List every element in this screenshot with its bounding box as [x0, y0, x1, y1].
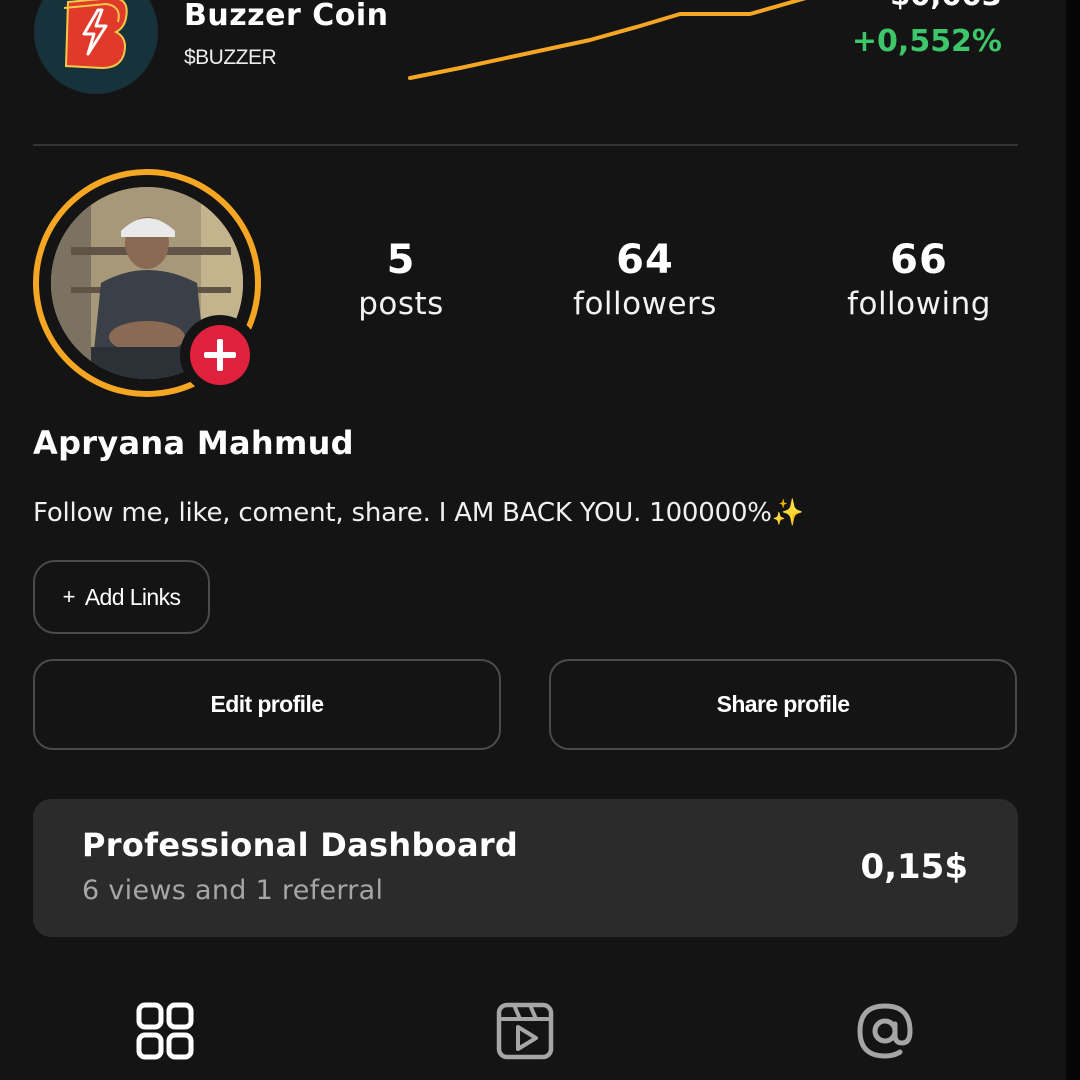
- screen-edge: [1066, 0, 1080, 1080]
- reels-icon[interactable]: [494, 1000, 556, 1062]
- plus-circle-icon: [190, 325, 250, 385]
- at-sign-icon[interactable]: [854, 1000, 916, 1062]
- profile-screen: Buzzer Coin $BUZZER $0,003 +0,552%: [0, 0, 1080, 1080]
- following-count: 66: [890, 237, 948, 283]
- followers-label: followers: [573, 286, 717, 322]
- profile-bio: Follow me, like, coment, share. I AM BAC…: [33, 498, 804, 528]
- edit-profile-label: Edit profile: [210, 691, 325, 717]
- add-links-button[interactable]: + Add Links: [33, 560, 210, 634]
- dashboard-earnings: 0,15$: [860, 847, 968, 887]
- price-sparkline: [408, 0, 807, 80]
- plus-icon: +: [62, 584, 76, 609]
- following-label: following: [847, 286, 991, 322]
- dashboard-title: Professional Dashboard: [82, 826, 519, 864]
- posts-label: posts: [358, 286, 444, 322]
- share-profile-button[interactable]: Share profile: [549, 659, 1017, 750]
- coin-ticker: $BUZZER: [184, 46, 277, 69]
- profile-name: Apryana Mahmud: [33, 424, 354, 462]
- add-story-button[interactable]: [180, 315, 260, 395]
- buzzer-lightning-logo-icon: [34, 0, 158, 94]
- following-stat[interactable]: 66 following: [834, 236, 1004, 324]
- dashboard-subtitle: 6 views and 1 referral: [82, 875, 384, 906]
- divider: [33, 144, 1018, 146]
- coin-price: $0,003: [890, 0, 1002, 12]
- coin-ticker-widget[interactable]: Buzzer Coin $BUZZER $0,003 +0,552%: [0, 0, 1066, 146]
- professional-dashboard-card[interactable]: Professional Dashboard 6 views and 1 ref…: [33, 799, 1018, 937]
- followers-stat[interactable]: 64 followers: [560, 236, 730, 324]
- edit-profile-button[interactable]: Edit profile: [33, 659, 501, 750]
- followers-count: 64: [616, 237, 674, 283]
- posts-stat[interactable]: 5 posts: [340, 236, 462, 324]
- coin-name: Buzzer Coin: [184, 0, 389, 33]
- add-links-label: Add Links: [84, 583, 181, 610]
- posts-count: 5: [386, 237, 416, 283]
- grid-icon[interactable]: [134, 1000, 196, 1062]
- share-profile-label: Share profile: [716, 691, 850, 717]
- coin-price-change: +0,552%: [851, 24, 1002, 59]
